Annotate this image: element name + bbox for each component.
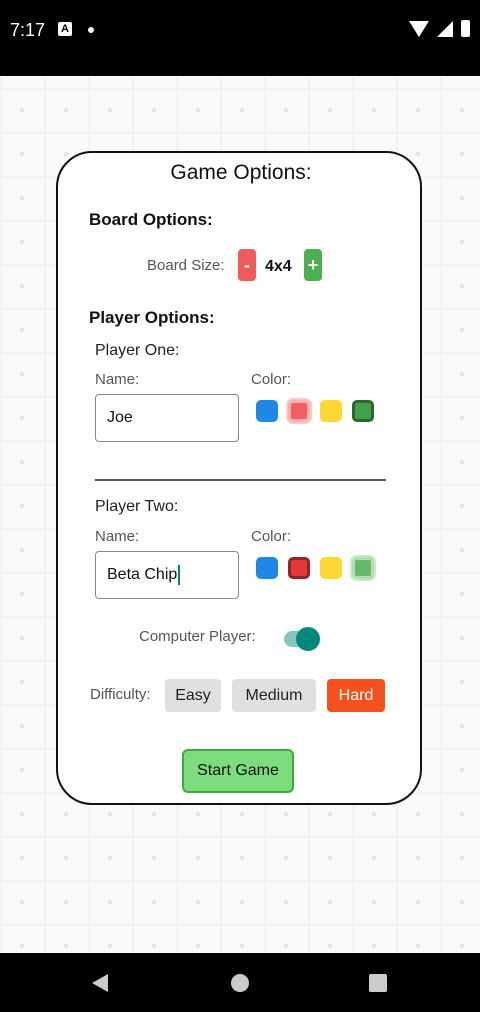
- player-two-name-input[interactable]: Beta Chip: [95, 551, 239, 599]
- notification-dot-icon: [88, 27, 94, 33]
- computer-player-toggle[interactable]: [282, 627, 322, 651]
- battery-icon: [461, 20, 470, 37]
- player-one-color-green[interactable]: [352, 400, 374, 422]
- board-options-heading: Board Options:: [89, 210, 213, 229]
- difficulty-easy-button[interactable]: Easy: [165, 679, 221, 712]
- difficulty-hard-button[interactable]: Hard: [327, 679, 385, 712]
- back-icon[interactable]: [92, 974, 108, 992]
- computer-player-label: Computer Player:: [139, 628, 256, 645]
- status-bar: 7:17 A: [0, 0, 480, 76]
- game-options-card: Game Options: Board Options: Board Size:…: [56, 151, 422, 805]
- player-two-color-red[interactable]: [288, 557, 310, 579]
- player-two-color-green[interactable]: [352, 557, 374, 579]
- player-two-color-label: Color:: [251, 528, 292, 545]
- player-one-color-red[interactable]: [288, 400, 310, 422]
- player-one-heading: Player One:: [95, 342, 180, 359]
- player-two-heading: Player Two:: [95, 498, 179, 515]
- wifi-icon: [409, 20, 429, 37]
- player-one-color-yellow[interactable]: [320, 400, 342, 422]
- player-one-color-label: Color:: [251, 371, 292, 388]
- player-divider: [95, 479, 386, 481]
- player-two-name-text: Beta Chip: [107, 566, 178, 583]
- status-icons: [409, 20, 470, 37]
- board-size-value: 4x4: [265, 258, 292, 275]
- difficulty-medium-button[interactable]: Medium: [232, 679, 316, 712]
- player-one-name-input[interactable]: Joe: [95, 394, 239, 442]
- player-two-color-blue[interactable]: [256, 557, 278, 579]
- notification-a-icon: A: [58, 22, 72, 36]
- home-icon[interactable]: [231, 974, 249, 992]
- board-size-increase-button[interactable]: +: [304, 249, 322, 281]
- player-one-color-blue[interactable]: [256, 400, 278, 422]
- start-game-button[interactable]: Start Game: [182, 749, 294, 793]
- navigation-bar: [0, 953, 480, 1012]
- text-cursor: [178, 564, 181, 585]
- board-size-label: Board Size:: [147, 257, 225, 274]
- board-size-decrease-button[interactable]: -: [238, 249, 256, 281]
- toggle-knob: [296, 627, 320, 651]
- page-title: Game Options:: [170, 161, 312, 184]
- player-two-color-yellow[interactable]: [320, 557, 342, 579]
- recents-icon[interactable]: [369, 974, 387, 992]
- player-options-heading: Player Options:: [89, 308, 215, 327]
- signal-icon: [437, 20, 453, 37]
- status-time: 7:17: [10, 20, 46, 40]
- player-two-name-label: Name:: [95, 528, 140, 545]
- player-one-name-label: Name:: [95, 371, 140, 388]
- difficulty-label: Difficulty:: [90, 686, 151, 703]
